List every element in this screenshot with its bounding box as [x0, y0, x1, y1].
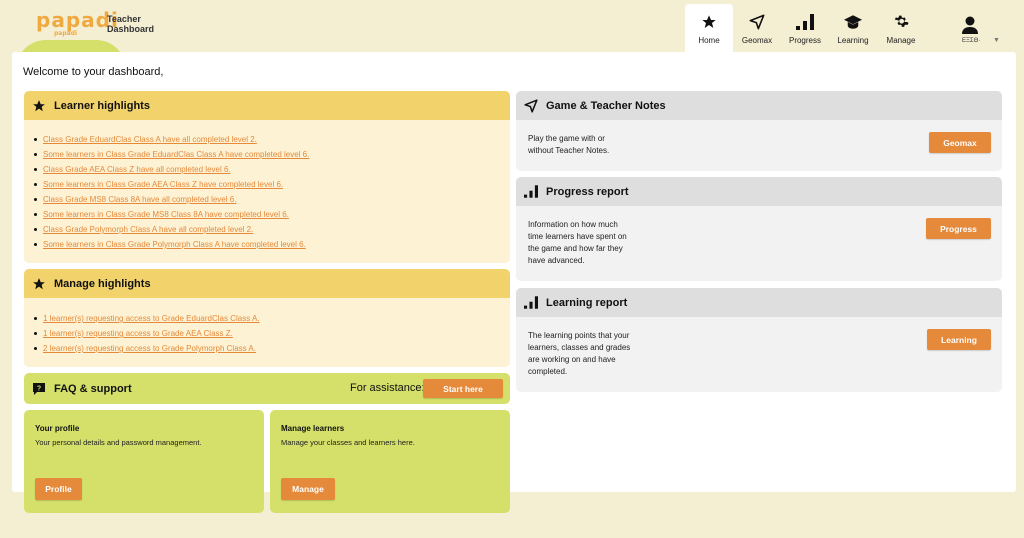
nav-learning-label: Learning — [837, 36, 869, 45]
manage-highlights-header: Manage highlights — [24, 269, 510, 298]
profile-desc: Your personal details and password manag… — [35, 438, 202, 447]
star-icon — [33, 277, 45, 289]
svg-text:?: ? — [37, 385, 41, 392]
learning-report-card: Learning report The learning points that… — [516, 288, 1002, 392]
nav-geomax-label: Geomax — [741, 36, 773, 45]
list-item[interactable]: 1 learner(s) requesting access to Grade … — [34, 311, 500, 326]
profile-tile: Your profile Your personal details and p… — [24, 410, 264, 513]
paper-plane-icon — [524, 98, 538, 113]
manage-learners-title: Manage learners — [281, 424, 345, 433]
progress-button[interactable]: Progress — [926, 218, 991, 239]
progress-report-header: Progress report — [516, 177, 1002, 206]
manage-highlights-title: Manage highlights — [54, 277, 151, 290]
star-icon — [702, 15, 716, 28]
list-item[interactable]: 1 learner(s) requesting access to Grade … — [34, 326, 500, 341]
list-item[interactable]: Class Grade MS8 Class 8A have all comple… — [34, 192, 500, 207]
learning-report-title: Learning report — [546, 296, 628, 309]
gear-icon — [894, 15, 909, 27]
nav-manage-label: Manage — [886, 36, 916, 45]
manage-learners-desc: Manage your classes and learners here. — [281, 438, 415, 447]
start-here-button[interactable]: Start here — [423, 379, 503, 398]
learner-highlights-list: Class Grade EduardClas Class A have all … — [34, 132, 500, 252]
list-item[interactable]: Class Grade EduardClas Class A have all … — [34, 132, 500, 147]
learning-report-header: Learning report — [516, 288, 1002, 317]
bar-chart-icon — [524, 296, 538, 309]
nav-home-label: Home — [698, 36, 720, 45]
nav-learning[interactable]: Learning — [829, 4, 877, 52]
list-item[interactable]: Class Grade Polymorph Class A have all c… — [34, 222, 500, 237]
welcome-text: Welcome to your dashboard, — [23, 66, 164, 78]
progress-report-desc: Information on how much time learners ha… — [528, 220, 627, 265]
nav-geomax[interactable]: Geomax — [733, 4, 781, 52]
star-icon — [33, 99, 45, 111]
profile-button[interactable]: Profile — [35, 478, 82, 500]
game-notes-desc: Play the game with or without Teacher No… — [528, 134, 610, 155]
assist-label: For assistance: — [350, 382, 425, 394]
list-item[interactable]: Some learners in Class Grade EduardClas … — [34, 147, 500, 162]
geomax-button[interactable]: Geomax — [929, 132, 991, 153]
manage-highlights-card: Manage highlights 1 learner(s) requestin… — [24, 269, 510, 367]
list-item[interactable]: 2 learner(s) requesting access to Grade … — [34, 341, 500, 356]
learner-highlights-header: Learner highlights — [24, 91, 510, 120]
game-notes-title: Game & Teacher Notes — [546, 99, 666, 112]
list-item[interactable]: Some learners in Class Grade AEA Class Z… — [34, 177, 500, 192]
profile-title: Your profile — [35, 424, 80, 433]
learner-highlights-card: Learner highlights Class Grade EduardCla… — [24, 91, 510, 263]
nav-progress-label: Progress — [788, 36, 821, 45]
user-icon — [962, 16, 978, 34]
game-notes-header: Game & Teacher Notes — [516, 91, 1002, 120]
list-item[interactable]: Some learners in Class Grade MS8 Class 8… — [34, 207, 500, 222]
learner-highlights-title: Learner highlights — [54, 99, 150, 112]
progress-report-card: Progress report Information on how much … — [516, 177, 1002, 281]
paper-plane-icon — [749, 14, 765, 30]
chevron-down-icon: ▼ — [993, 37, 1000, 44]
dashboard-panel: Welcome to your dashboard, Learner highl… — [12, 52, 1016, 513]
manage-learners-tile: Manage learners Manage your classes and … — [270, 410, 510, 513]
faq-support-bar: ? FAQ & support For assistance: Start he… — [24, 373, 510, 404]
user-name: ΕΞΣΘ· — [962, 38, 981, 44]
progress-report-title: Progress report — [546, 185, 629, 198]
nav-progress[interactable]: Progress — [781, 4, 829, 52]
nav-home[interactable]: Home — [685, 4, 733, 52]
manage-highlights-list: 1 learner(s) requesting access to Grade … — [34, 311, 500, 356]
question-icon: ? — [33, 382, 45, 395]
learning-report-desc: The learning points that your learners, … — [528, 331, 631, 376]
user-menu[interactable]: ΕΞΣΘ· ▼ — [958, 14, 1008, 50]
bar-chart-icon — [524, 185, 538, 198]
app-header: papadi papadi Teacher Dashboard Home Geom… — [0, 0, 1024, 70]
list-item[interactable]: Class Grade AEA Class Z have all complet… — [34, 162, 500, 177]
learning-button[interactable]: Learning — [927, 329, 991, 350]
dashboard-subtitle: Teacher Dashboard — [107, 14, 155, 34]
faq-title: FAQ & support — [54, 382, 132, 395]
bar-chart-icon — [796, 14, 814, 30]
game-notes-card: Game & Teacher Notes Play the game with … — [516, 91, 1002, 171]
list-item[interactable]: Some learners in Class Grade Polymorph C… — [34, 237, 500, 252]
manage-button[interactable]: Manage — [281, 478, 335, 500]
nav-manage[interactable]: Manage — [877, 4, 925, 52]
main-nav: Home Geomax Progress Learning Manage — [685, 4, 925, 52]
graduation-cap-icon — [844, 15, 862, 29]
